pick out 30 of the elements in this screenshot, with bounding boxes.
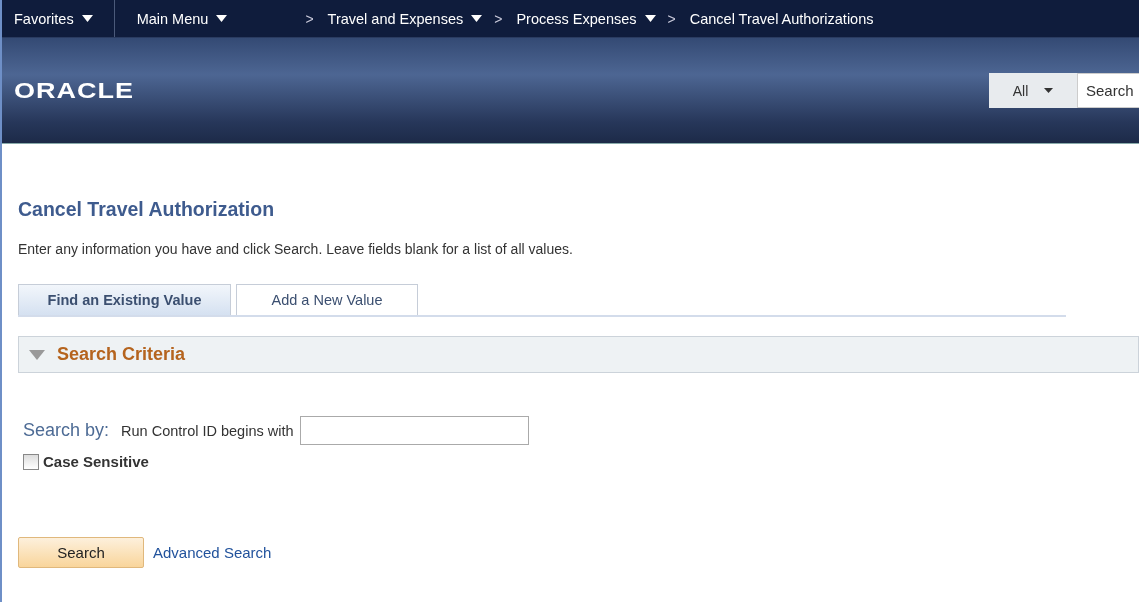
caret-icon xyxy=(1044,88,1054,93)
breadcrumb-link[interactable]: Travel and Expenses xyxy=(313,10,495,27)
tab[interactable]: Add a New Value xyxy=(236,284,418,315)
menu-link[interactable]: Main Menu xyxy=(114,10,242,27)
search-by-label: Search by: xyxy=(23,420,110,441)
search-scope-dropdown[interactable]: All xyxy=(989,73,1077,108)
advanced-search-link[interactable]: Advanced Search xyxy=(153,544,272,561)
oracle-logo: ORACLE xyxy=(13,77,134,104)
breadcrumb-link[interactable]: Process Expenses xyxy=(502,10,668,27)
tab[interactable]: Find an Existing Value xyxy=(18,284,231,315)
dropdown-arrow-icon xyxy=(216,15,228,22)
dropdown-arrow-icon xyxy=(471,15,483,22)
section-header[interactable]: Search Criteria xyxy=(18,336,1139,373)
breadcrumb-separator: > xyxy=(304,10,314,27)
instructions-text: Enter any information you have and click Search. Leave fields blank for a list of all values. xyxy=(18,241,574,257)
search-field[interactable]: Search xyxy=(1077,73,1139,108)
collapse-triangle-icon xyxy=(29,349,45,360)
breadcrumb-separator: > xyxy=(667,10,676,27)
checkbox[interactable] xyxy=(23,453,39,470)
menu-link[interactable]: Favorites xyxy=(2,0,115,37)
checkbox-label: Case Sensitive xyxy=(43,453,149,470)
input-field[interactable] xyxy=(299,416,529,445)
breadcrumb-link[interactable]: Cancel Travel Authorizations xyxy=(675,10,886,27)
field-label: Run Control ID begins with xyxy=(121,422,294,439)
search-button[interactable]: Search xyxy=(18,537,144,568)
page-title: Cancel Travel Authorization xyxy=(18,198,276,221)
section-title: Search Criteria xyxy=(57,344,186,365)
breadcrumb-separator: > xyxy=(494,10,503,27)
dropdown-arrow-icon xyxy=(81,15,93,22)
dropdown-arrow-icon xyxy=(644,15,656,22)
